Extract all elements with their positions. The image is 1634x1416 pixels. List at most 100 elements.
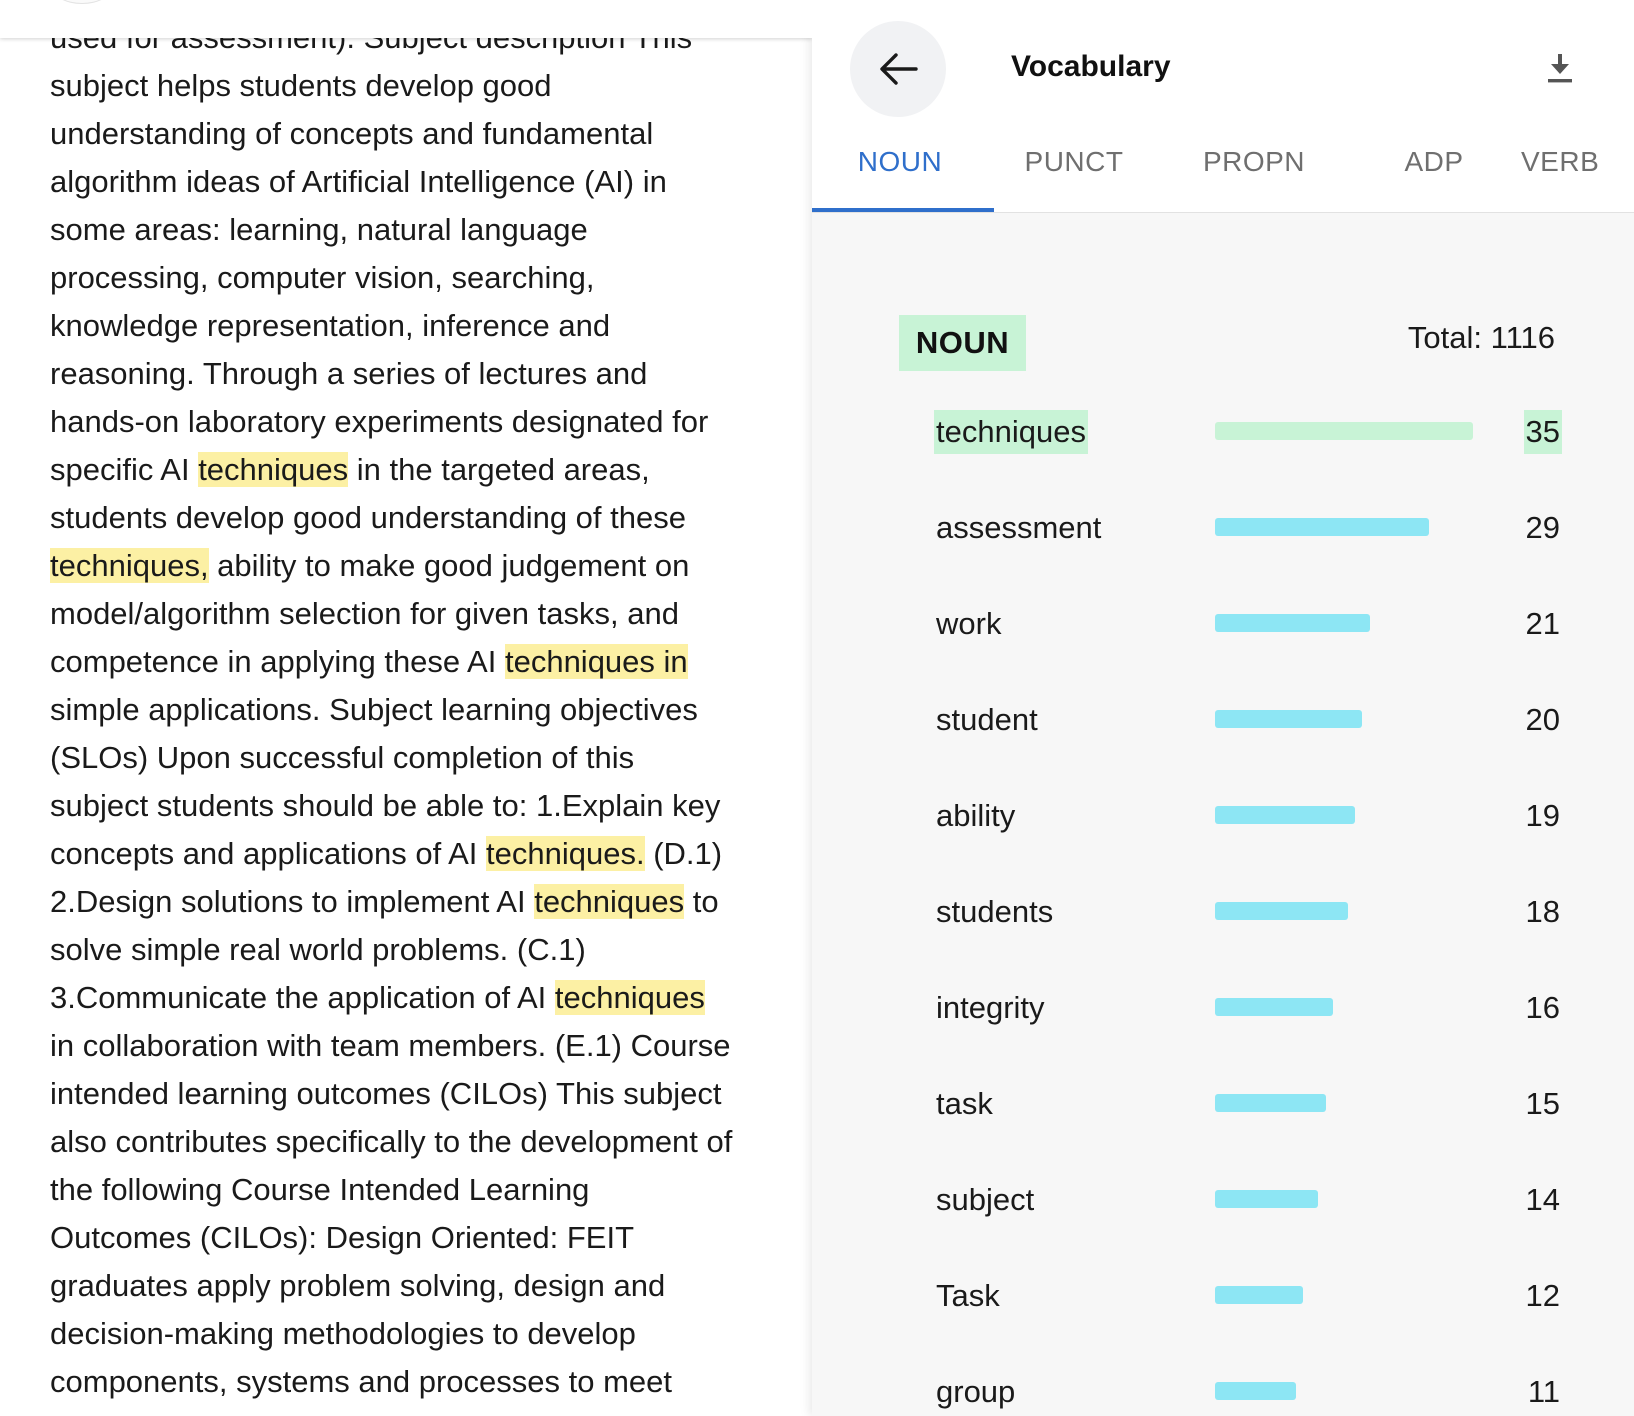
text-line: competence in applying these AI techniqu… [50, 638, 770, 686]
vocabulary-panel: Vocabulary NOUN PUNCT PROPN ADP VERB NOU… [812, 0, 1634, 1416]
tab-verb[interactable]: VERB [1521, 146, 1634, 212]
panel-header: Vocabulary NOUN PUNCT PROPN ADP VERB [812, 0, 1634, 213]
text-span: specific AI [50, 452, 199, 487]
text-span: Outcomes (CILOs): Design Oriented: FEIT [50, 1220, 635, 1255]
text-line: processing, computer vision, searching, [50, 254, 770, 302]
text-line: some areas: learning, natural language [50, 206, 770, 254]
back-button[interactable] [850, 21, 946, 117]
word-row[interactable]: students 18 [812, 884, 1634, 944]
frequency-bar [1215, 1382, 1296, 1400]
word-label: students [936, 894, 1054, 929]
frequency-bar [1215, 998, 1333, 1016]
text-line: model/algorithm selection for given task… [50, 590, 770, 638]
text-line: solve simple real world problems. (C.1) [50, 926, 770, 974]
word-label: group [936, 1374, 1016, 1409]
text-span: knowledge representation, inference and [50, 308, 611, 343]
word-count: 16 [1525, 990, 1560, 1025]
word-count: 35 [1523, 410, 1562, 454]
word-count: 14 [1525, 1182, 1560, 1217]
word-row[interactable]: integrity 16 [812, 980, 1634, 1040]
frequency-bar [1215, 518, 1429, 536]
word-label: task [936, 1086, 993, 1121]
text-line: reasoning. Through a series of lectures … [50, 350, 770, 398]
highlighted-term: techniques. [486, 836, 645, 871]
frequency-bar [1215, 902, 1348, 920]
document-text: used for assessment). Subject descriptio… [50, 14, 770, 1416]
text-span: ability to make good judgement on [208, 548, 690, 583]
total-count: Total: 1116 [1407, 320, 1555, 355]
frequency-bar [1215, 806, 1355, 824]
frequency-bar [1215, 1094, 1326, 1112]
word-count: 20 [1525, 702, 1560, 737]
text-span: processing, computer vision, searching, [50, 260, 595, 295]
text-line: techniques, ability to make good judgeme… [50, 542, 770, 590]
word-label: techniques [934, 410, 1088, 454]
text-line: specified requirements. (C.1) Technicall… [50, 1406, 770, 1416]
tab-punct[interactable]: PUNCT [984, 146, 1164, 212]
word-count: 11 [1527, 1374, 1560, 1409]
download-button[interactable] [1542, 50, 1578, 86]
word-row[interactable]: task 15 [812, 1076, 1634, 1136]
text-span: (SLOs) Upon successful completion of thi… [50, 740, 635, 775]
text-line: 2.Design solutions to implement AI techn… [50, 878, 770, 926]
word-count: 18 [1525, 894, 1560, 929]
toolbar-button[interactable] [52, 0, 112, 4]
text-span: subject helps students develop good [50, 68, 552, 103]
pos-badge: NOUN [899, 315, 1026, 371]
text-line: algorithm ideas of Artificial Intelligen… [50, 158, 770, 206]
text-span: (D.1) [644, 836, 723, 871]
tab-adp[interactable]: ADP [1344, 146, 1524, 212]
text-span: also contributes specifically to the dev… [50, 1124, 733, 1159]
word-row[interactable]: assessment 29 [812, 500, 1634, 560]
text-span: in the targeted areas, [348, 452, 650, 487]
word-count: 21 [1525, 606, 1560, 641]
text-line: graduates apply problem solving, design … [50, 1262, 770, 1310]
word-row[interactable]: work 21 [812, 596, 1634, 656]
text-line: simple applications. Subject learning ob… [50, 686, 770, 734]
text-line: components, systems and processes to mee… [50, 1358, 770, 1406]
text-line: specific AI techniques in the targeted a… [50, 446, 770, 494]
text-span: algorithm ideas of Artificial Intelligen… [50, 164, 667, 199]
word-count: 19 [1525, 798, 1560, 833]
app-root: used for assessment). Subject descriptio… [0, 0, 1634, 1416]
frequency-bar [1215, 614, 1370, 632]
text-line: subject helps students develop good [50, 62, 770, 110]
highlighted-term: techniques, [50, 548, 209, 583]
text-line: intended learning outcomes (CILOs) This … [50, 1070, 770, 1118]
word-label: student [936, 702, 1038, 737]
text-line: decision-making methodologies to develop [50, 1310, 770, 1358]
word-label: integrity [936, 990, 1045, 1025]
word-label: Task [936, 1278, 1000, 1313]
text-line: (SLOs) Upon successful completion of thi… [50, 734, 770, 782]
text-span: components, systems and processes to mee… [50, 1364, 673, 1399]
word-row[interactable]: subject 14 [812, 1172, 1634, 1232]
word-count: 29 [1525, 510, 1560, 545]
frequency-bar [1215, 1286, 1303, 1304]
highlighted-term: techniques [554, 980, 705, 1015]
word-row[interactable]: ability 19 [812, 788, 1634, 848]
text-span: the following Course Intended Learning [50, 1172, 590, 1207]
text-line: Outcomes (CILOs): Design Oriented: FEIT [50, 1214, 770, 1262]
word-row[interactable]: group 11 [812, 1364, 1634, 1416]
text-span: understanding of concepts and fundamenta… [50, 116, 654, 151]
frequency-bar [1215, 1190, 1318, 1208]
text-span: in collaboration with team members. (E.1… [50, 1028, 731, 1063]
text-span: decision-making methodologies to develop [50, 1316, 636, 1351]
text-span: simple applications. Subject learning ob… [50, 692, 698, 727]
text-span: reasoning. Through a series of lectures … [50, 356, 648, 391]
text-span: solve simple real world problems. (C.1) [50, 932, 586, 967]
text-span: subject students should be able to: 1.Ex… [50, 788, 721, 823]
tab-propn[interactable]: PROPN [1164, 146, 1344, 212]
word-row[interactable]: student 20 [812, 692, 1634, 752]
word-row[interactable]: Task 12 [812, 1268, 1634, 1328]
text-line: in collaboration with team members. (E.1… [50, 1022, 770, 1070]
word-count: 15 [1525, 1086, 1560, 1121]
tab-noun[interactable]: NOUN [812, 146, 990, 212]
text-line: students develop good understanding of t… [50, 494, 770, 542]
download-icon [1548, 54, 1572, 83]
word-row[interactable]: techniques 35 [812, 404, 1634, 464]
active-tab-indicator [812, 208, 994, 212]
word-label: assessment [936, 510, 1102, 545]
text-line: knowledge representation, inference and [50, 302, 770, 350]
document-toolbar [0, 0, 812, 38]
